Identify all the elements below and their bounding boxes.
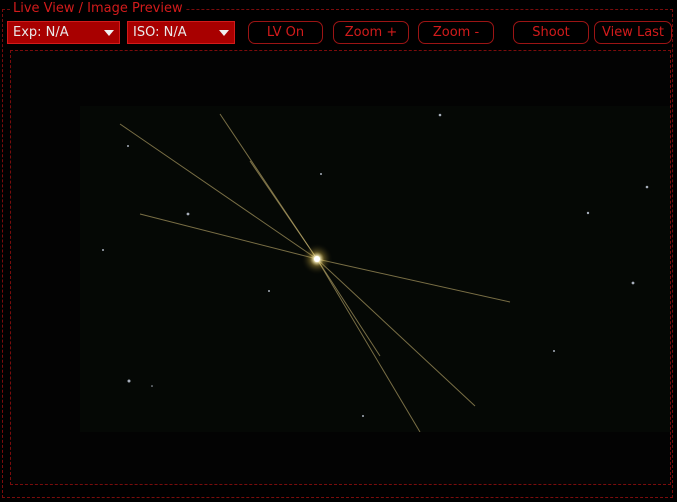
exposure-dropdown[interactable]: Exp: N/A [7,21,120,44]
chevron-down-icon [219,30,229,36]
iso-label: ISO: N/A [133,25,187,40]
chevron-down-icon [104,30,114,36]
iso-dropdown[interactable]: ISO: N/A [127,21,235,44]
exposure-label: Exp: N/A [13,25,69,40]
zoom-in-button[interactable]: Zoom + [333,21,409,44]
lv-on-button[interactable]: LV On [248,21,323,44]
view-last-button[interactable]: View Last [594,21,672,44]
panel-title: Live View / Image Preview [10,1,186,17]
preview-image [80,106,670,432]
zoom-out-button[interactable]: Zoom - [418,21,494,44]
shoot-button[interactable]: Shoot [513,21,589,44]
